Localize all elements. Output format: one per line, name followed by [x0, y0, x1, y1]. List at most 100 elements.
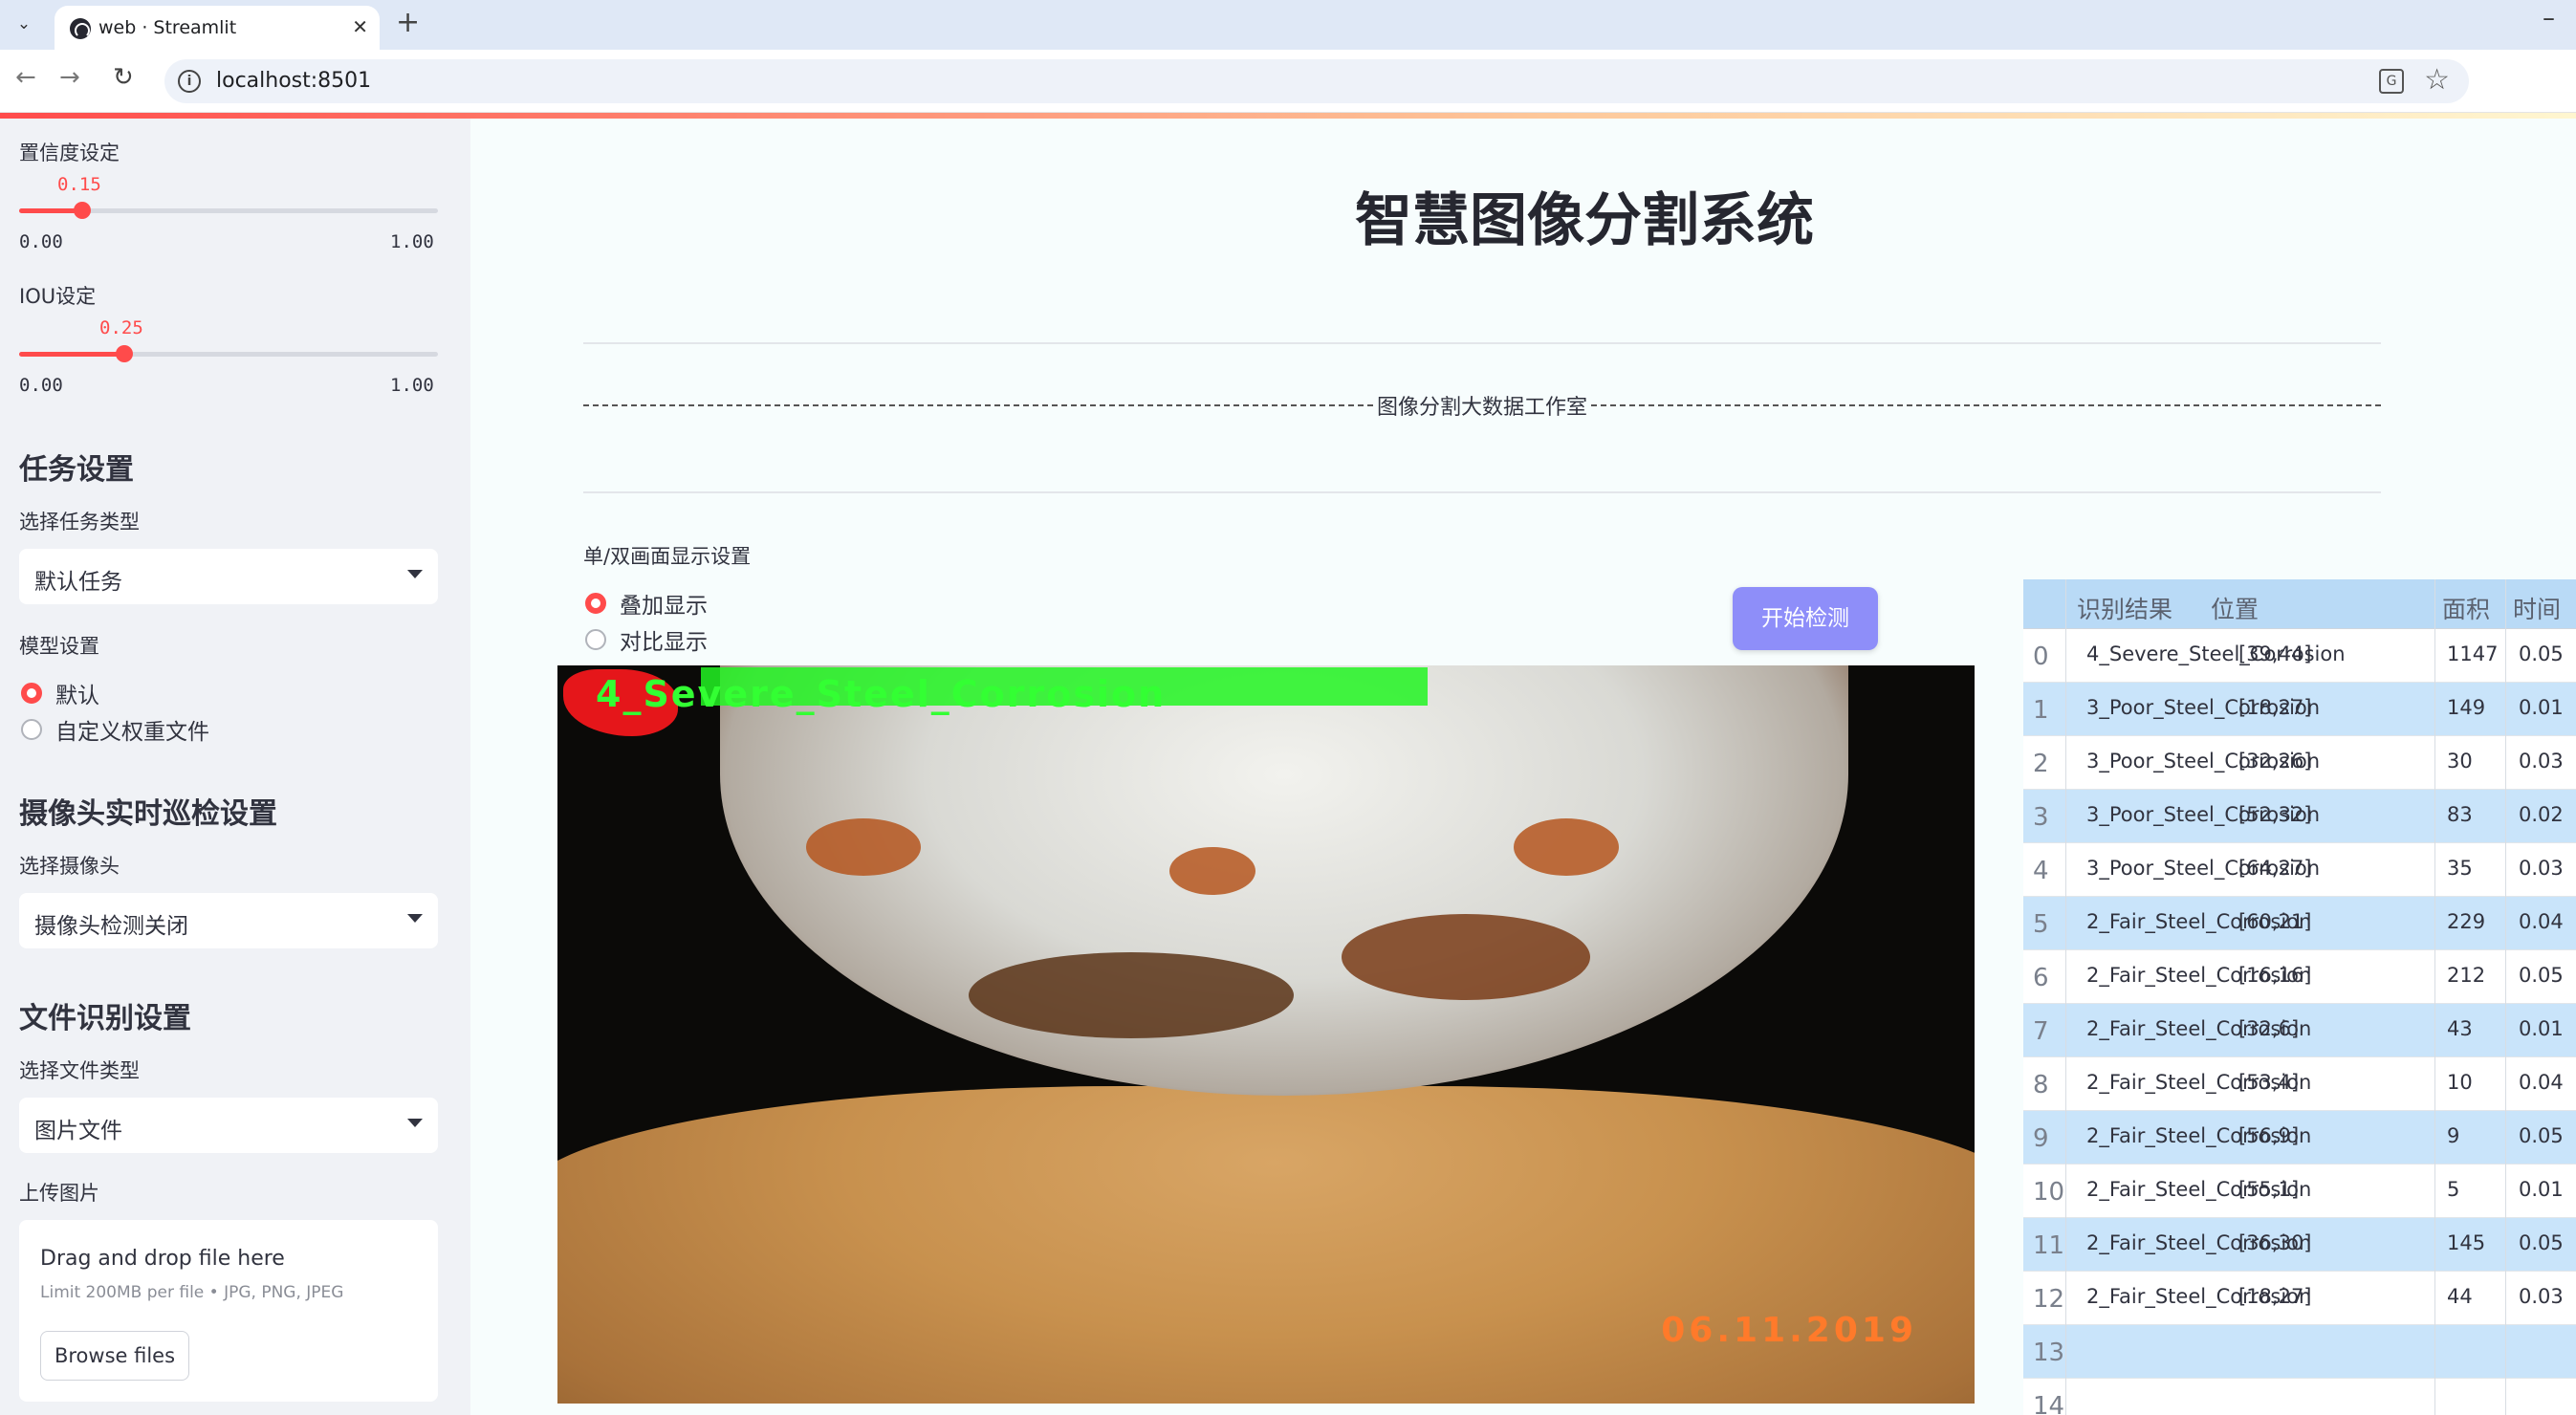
rust-patch: [1514, 818, 1619, 876]
reload-icon[interactable]: ↻: [113, 63, 134, 92]
table-row[interactable]: 14: [2023, 1379, 2576, 1415]
table-row[interactable]: 9 2_Fair_Steel_Corrosion [56,9] 9 0.05: [2023, 1111, 2576, 1165]
cell-time: 0.01: [2519, 1017, 2564, 1040]
address-bar[interactable]: i localhost:8501 G ☆: [164, 59, 2469, 103]
iou-slider-thumb[interactable]: [115, 345, 133, 362]
table-row[interactable]: 12 2_Fair_Steel_Corrosion [18,27] 44 0.03: [2023, 1272, 2576, 1325]
cell-area: 30: [2447, 750, 2473, 773]
browse-files-button[interactable]: Browse files: [40, 1331, 189, 1381]
translate-icon[interactable]: G: [2379, 69, 2404, 94]
tab-close-icon[interactable]: ✕: [352, 15, 368, 38]
radio-selected-icon[interactable]: [21, 683, 42, 704]
confidence-slider-thumb[interactable]: [73, 202, 91, 219]
new-tab-icon[interactable]: +: [396, 6, 420, 39]
chevron-down-icon: [407, 1119, 423, 1127]
cell-area: 44: [2447, 1285, 2473, 1308]
page-title: 智慧图像分割系统: [1355, 187, 1814, 254]
url-text[interactable]: localhost:8501: [216, 69, 371, 93]
table-row[interactable]: 6 2_Fair_Steel_Corrosion [16,16] 212 0.05: [2023, 950, 2576, 1004]
cell-area: 9: [2447, 1124, 2460, 1147]
rust-patch: [1342, 914, 1590, 1000]
cell-time: 0.03: [2519, 1285, 2564, 1308]
cell-time: 0.03: [2519, 750, 2564, 773]
file-type-select[interactable]: 图片文件: [19, 1098, 438, 1153]
table-row[interactable]: 4 3_Poor_Steel_Corrosion [64,27] 35 0.03: [2023, 843, 2576, 897]
iou-slider[interactable]: [19, 345, 438, 362]
row-index: 11: [2033, 1231, 2065, 1260]
row-index: 14: [2033, 1392, 2065, 1415]
rust-patch: [969, 952, 1294, 1038]
display-option-compare[interactable]: 对比显示: [585, 623, 708, 656]
upload-title: Drag and drop file here: [40, 1247, 285, 1271]
dash-divider: [583, 404, 1373, 406]
results-table[interactable]: 识别结果 位置 面积 时间 0 4_Severe_Steel_Corrosion[…: [2023, 579, 2576, 1415]
column-divider: [2505, 579, 2506, 1415]
table-row[interactable]: 3 3_Poor_Steel_Corrosion [52,32] 83 0.02: [2023, 790, 2576, 843]
cell-area: 212: [2447, 964, 2486, 987]
forward-arrow-icon[interactable]: →: [59, 63, 80, 92]
cell-area: 10: [2447, 1071, 2473, 1094]
browser-tab[interactable]: web · Streamlit ✕: [55, 6, 380, 50]
table-row[interactable]: 13: [2023, 1325, 2576, 1379]
model-settings-label: 模型设置: [19, 635, 99, 658]
column-header-position[interactable]: 位置: [2211, 591, 2259, 625]
cell-area: 35: [2447, 857, 2473, 880]
file-type-value: 图片文件: [34, 1119, 122, 1143]
start-detection-button[interactable]: 开始检测: [1733, 587, 1878, 650]
iou-slider-fill: [19, 352, 124, 357]
radio-unselected-icon[interactable]: [21, 719, 42, 740]
radio-selected-icon[interactable]: [585, 593, 606, 614]
table-row[interactable]: 8 2_Fair_Steel_Corrosion [53,4] 10 0.04: [2023, 1057, 2576, 1111]
cell-position: [64,27]: [2238, 857, 2312, 880]
cell-position: [18,27]: [2238, 1285, 2312, 1308]
site-info-icon[interactable]: i: [178, 70, 201, 93]
radio-unselected-icon[interactable]: [585, 629, 606, 650]
back-arrow-icon[interactable]: ←: [15, 63, 36, 92]
row-index: 0: [2033, 642, 2049, 671]
table-row[interactable]: 7 2_Fair_Steel_Corrosion [32,6] 43 0.01: [2023, 1004, 2576, 1057]
model-option-custom[interactable]: 自定义权重文件: [21, 713, 209, 746]
cell-position: [53,4]: [2238, 1071, 2300, 1094]
cell-time: 0.04: [2519, 1071, 2564, 1094]
cell-area: 83: [2447, 803, 2473, 826]
row-index: 8: [2033, 1071, 2049, 1099]
column-header-result[interactable]: 识别结果: [2077, 591, 2172, 625]
task-settings-header: 任务设置: [19, 453, 134, 487]
cell-area: 5: [2447, 1178, 2460, 1201]
table-row[interactable]: 0 4_Severe_Steel_Corrosion [39,44] 1147 0.05: [2023, 629, 2576, 683]
column-header-time[interactable]: 时间: [2513, 591, 2561, 625]
cell-position: [32,6]: [2238, 1017, 2300, 1040]
row-index: 10: [2033, 1178, 2065, 1207]
table-row[interactable]: 5 2_Fair_Steel_Corrosion [60,21] 229 0.04: [2023, 897, 2576, 950]
tab-search-chevron-icon[interactable]: ⌄: [10, 10, 38, 38]
table-row[interactable]: 10 2_Fair_Steel_Corrosion [55,1] 5 0.01: [2023, 1165, 2576, 1218]
camera-select[interactable]: 摄像头检测关闭: [19, 893, 438, 948]
detection-label-text: 4_Severe_Steel_Corrosion: [596, 673, 1167, 715]
date-stamp: 06.11.2019: [1661, 1311, 1917, 1350]
segmentation-result-image: 4_Severe_Steel_Corrosion 06.11.2019: [557, 665, 1975, 1404]
rust-patch: [1169, 847, 1255, 895]
confidence-slider[interactable]: [19, 202, 438, 219]
display-option-overlay[interactable]: 叠加显示: [585, 587, 708, 620]
row-index: 7: [2033, 1017, 2049, 1046]
confidence-label: 置信度设定: [19, 142, 120, 164]
table-row[interactable]: 1 3_Poor_Steel_Corrosion [18,27] 149 0.01: [2023, 683, 2576, 736]
upload-hint: Limit 200MB per file • JPG, PNG, JPEG: [40, 1283, 344, 1302]
file-uploader-dropzone[interactable]: Drag and drop file here Limit 200MB per …: [19, 1220, 438, 1402]
cell-time: 0.05: [2519, 642, 2564, 665]
column-header-area[interactable]: 面积: [2442, 591, 2490, 625]
bookmark-star-icon[interactable]: ☆: [2424, 63, 2450, 97]
model-option-default[interactable]: 默认: [21, 677, 99, 709]
cell-time: 0.02: [2519, 803, 2564, 826]
cell-position: [18,27]: [2238, 696, 2312, 719]
divider: [583, 342, 2381, 344]
table-row[interactable]: 11 2_Fair_Steel_Corrosion [36,30] 145 0.05: [2023, 1218, 2576, 1272]
minimize-window-icon[interactable]: –: [2543, 4, 2555, 33]
cell-time: 0.05: [2519, 1231, 2564, 1254]
task-type-select[interactable]: 默认任务: [19, 549, 438, 604]
cell-position: [52,32]: [2238, 803, 2312, 826]
iou-value: 0.25: [99, 317, 143, 338]
row-index: 5: [2033, 910, 2049, 939]
cell-position: [56,9]: [2238, 1124, 2300, 1147]
table-row[interactable]: 2 3_Poor_Steel_Corrosion [32,26] 30 0.03: [2023, 736, 2576, 790]
